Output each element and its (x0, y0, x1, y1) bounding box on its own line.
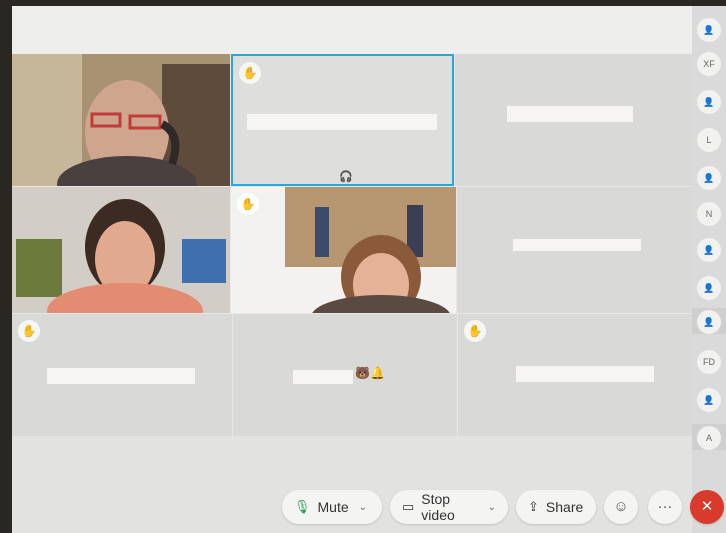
participant-tile-video-1[interactable] (12, 54, 230, 186)
participant-avatar-person-icon[interactable]: 👤 (697, 238, 721, 262)
participant-avatar-person-icon[interactable]: 👤 (697, 166, 721, 190)
participant-tile-8[interactable]: 🐻🔔 (233, 314, 457, 440)
participant-avatar[interactable]: XF (697, 52, 721, 76)
participant-name-redacted (247, 114, 437, 130)
participant-name-redacted (513, 239, 641, 251)
participant-name-redacted (293, 370, 353, 384)
mute-button[interactable]: 🎙 Mute ⌄ (282, 490, 382, 524)
raised-hand-icon: ✋ (18, 320, 40, 342)
top-bar (12, 6, 692, 54)
chevron-down-icon[interactable]: ⌄ (359, 502, 367, 513)
meeting-window: ✋ 🎧 ✋ ✋ 🐻🔔 ✋ 👤 XF 👤 L 👤 N 👤 👤 👤 FD 👤 A (12, 6, 726, 533)
participant-tile-3[interactable] (455, 54, 692, 186)
participant-name-redacted (507, 106, 633, 122)
participant-name-redacted (47, 368, 195, 384)
participant-tile-7[interactable]: ✋ (12, 314, 232, 440)
participant-tile-6[interactable] (457, 187, 692, 313)
participant-avatar[interactable]: L (697, 128, 721, 152)
participant-avatar-person-icon[interactable]: 👤 (697, 18, 721, 42)
share-button[interactable]: ⇪ Share (516, 490, 596, 524)
participant-avatar-person-icon[interactable]: 👤 (697, 90, 721, 114)
participant-tile-active-speaker[interactable]: ✋ 🎧 (231, 54, 454, 186)
participant-avatar[interactable]: FD (697, 350, 721, 374)
mute-label: Mute (317, 499, 349, 515)
video-camera-icon: ▭ (402, 499, 415, 514)
stop-video-label: Stop video (421, 491, 455, 523)
stop-video-button[interactable]: ▭ Stop video ⌄ (390, 490, 508, 524)
participant-avatar[interactable]: A (697, 426, 721, 450)
participant-tile-video-2[interactable] (12, 187, 230, 313)
headset-icon: 🎧 (339, 171, 353, 183)
more-options-button[interactable]: ··· (648, 490, 682, 524)
participant-status-emoji: 🐻🔔 (355, 366, 385, 380)
participants-sidebar: 👤 XF 👤 L 👤 N 👤 👤 👤 FD 👤 A (692, 6, 726, 533)
microphone-icon: 🎙 (294, 499, 311, 514)
participant-avatar-person-icon[interactable]: 👤 (697, 310, 721, 334)
participant-video-man (12, 54, 230, 186)
raised-hand-icon: ✋ (239, 62, 261, 84)
raised-hand-icon: ✋ (464, 320, 486, 342)
share-icon: ⇪ (528, 499, 539, 514)
chevron-down-icon[interactable]: ⌄ (488, 502, 496, 513)
participant-name-redacted (516, 366, 654, 382)
smile-icon: ☺ (613, 498, 629, 515)
participant-video-woman (12, 187, 230, 313)
participant-tile-9[interactable]: ✋ (458, 314, 692, 440)
participant-video-painting-background (285, 187, 456, 313)
participant-avatar-person-icon[interactable]: 👤 (697, 388, 721, 412)
leave-meeting-button[interactable]: ✕ (690, 490, 724, 524)
reactions-button[interactable]: ☺ (604, 490, 638, 524)
participant-tile-video-3[interactable]: ✋ (231, 187, 456, 313)
share-label: Share (545, 499, 584, 515)
participant-avatar[interactable]: N (697, 202, 721, 226)
participant-avatar-person-icon[interactable]: 👤 (697, 276, 721, 300)
